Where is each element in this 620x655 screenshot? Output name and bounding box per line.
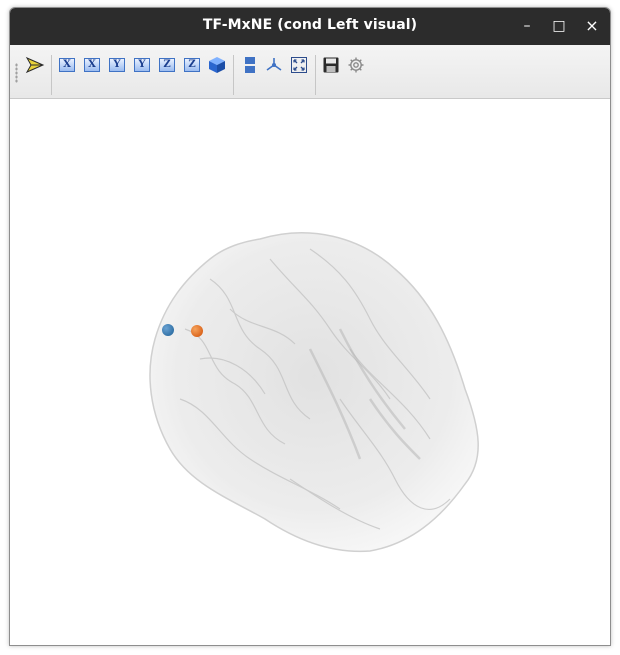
toolbar-separator bbox=[51, 55, 52, 95]
dipole-marker-2[interactable] bbox=[191, 325, 203, 337]
toolbar: X X Y Y Z Z bbox=[10, 45, 610, 99]
full-screen-icon[interactable] bbox=[239, 54, 261, 76]
close-button[interactable]: × bbox=[581, 15, 603, 37]
view-x-minus-button[interactable]: X bbox=[81, 54, 103, 76]
title-bar[interactable]: TF-MxNE (cond Left visual) – □ × bbox=[10, 8, 610, 45]
brain-surface[interactable] bbox=[149, 232, 479, 553]
figure-window: TF-MxNE (cond Left visual) – □ × X X Y Y… bbox=[9, 7, 611, 646]
view-x-plus-button[interactable]: X bbox=[56, 54, 78, 76]
view-z-plus-button[interactable]: Z bbox=[156, 54, 178, 76]
view-z-minus-button[interactable]: Z bbox=[181, 54, 203, 76]
toolbar-separator bbox=[233, 55, 234, 95]
maximize-button[interactable]: □ bbox=[548, 15, 570, 37]
dipole-marker-1[interactable] bbox=[162, 324, 174, 336]
view-y-minus-button[interactable]: Y bbox=[131, 54, 153, 76]
fit-view-icon[interactable] bbox=[288, 54, 310, 76]
toolbar-separator bbox=[315, 55, 316, 95]
toolbar-grip[interactable] bbox=[15, 63, 18, 83]
view-y-plus-button[interactable]: Y bbox=[106, 54, 128, 76]
select-mode-icon[interactable] bbox=[24, 54, 46, 76]
settings-icon[interactable] bbox=[345, 54, 367, 76]
minimize-button[interactable]: – bbox=[516, 15, 538, 37]
axes-icon[interactable] bbox=[263, 54, 285, 76]
isometric-view-icon[interactable] bbox=[206, 54, 228, 76]
save-icon[interactable] bbox=[320, 54, 342, 76]
3d-viewport[interactable] bbox=[10, 99, 610, 645]
